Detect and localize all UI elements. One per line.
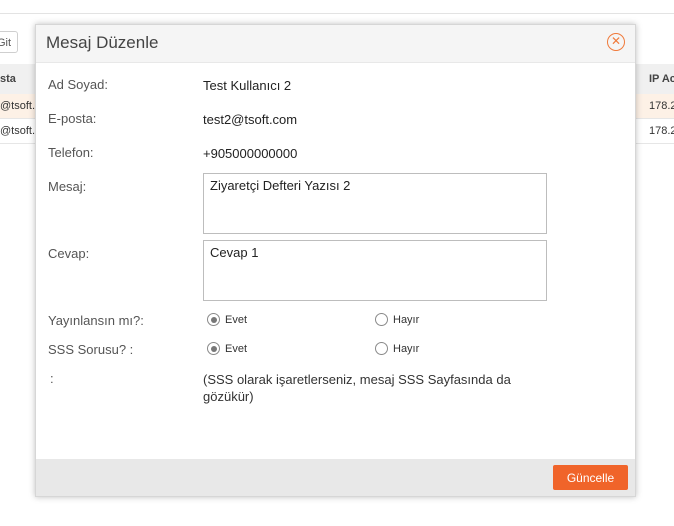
modal-header: Mesaj Düzenle ✕ <box>36 25 635 63</box>
radio-unselected-icon <box>375 342 388 355</box>
row-ip: 178.2 <box>649 125 674 137</box>
note-label: : <box>50 371 54 386</box>
phone-value: +905000000000 <box>203 146 298 161</box>
faq-yes-label: Evet <box>225 342 248 355</box>
publish-yes-label: Evet <box>225 313 248 326</box>
phone-label: Telefon: <box>48 145 94 160</box>
message-label: Mesaj: <box>48 179 87 194</box>
reply-textarea[interactable]: Cevap 1 <box>203 240 547 301</box>
update-button[interactable]: Güncelle <box>553 465 628 490</box>
publish-yes-radio[interactable]: Evet <box>207 313 247 326</box>
faq-label: SSS Sorusu? : <box>48 342 134 357</box>
faq-note: (SSS olarak işaretlerseniz, mesaj SSS Sa… <box>203 372 511 404</box>
name-label: Ad Soyad: <box>48 77 108 92</box>
column-header-email: sta <box>0 73 16 85</box>
modal-title: Mesaj Düzenle <box>46 33 159 52</box>
email-label: E-posta: <box>48 111 97 126</box>
radio-unselected-icon <box>375 313 388 326</box>
email-value: test2@tsoft.com <box>203 112 298 127</box>
faq-no-label: Hayır <box>393 342 420 355</box>
name-value: Test Kullanıcı 2 <box>203 78 292 93</box>
row-ip: 178.2 <box>649 100 674 112</box>
radio-selected-icon <box>207 313 220 326</box>
git-button[interactable]: Git <box>0 31 18 53</box>
radio-selected-icon <box>207 342 220 355</box>
publish-no-radio[interactable]: Hayır <box>375 313 419 326</box>
publish-no-label: Hayır <box>393 313 420 326</box>
faq-no-radio[interactable]: Hayır <box>375 342 419 355</box>
close-icon[interactable]: ✕ <box>607 33 625 51</box>
column-header-ip: IP Ac <box>649 73 674 85</box>
edit-message-modal: Mesaj Düzenle ✕ Ad Soyad: Test Kullanıcı… <box>35 24 636 497</box>
publish-label: Yayınlansın mı?: <box>48 313 144 328</box>
faq-yes-radio[interactable]: Evet <box>207 342 247 355</box>
reply-label: Cevap: <box>48 246 90 261</box>
modal-footer: Güncelle <box>36 459 635 496</box>
page-divider <box>0 13 674 14</box>
message-textarea[interactable]: Ziyaretçi Defteri Yazısı 2 <box>203 173 547 234</box>
